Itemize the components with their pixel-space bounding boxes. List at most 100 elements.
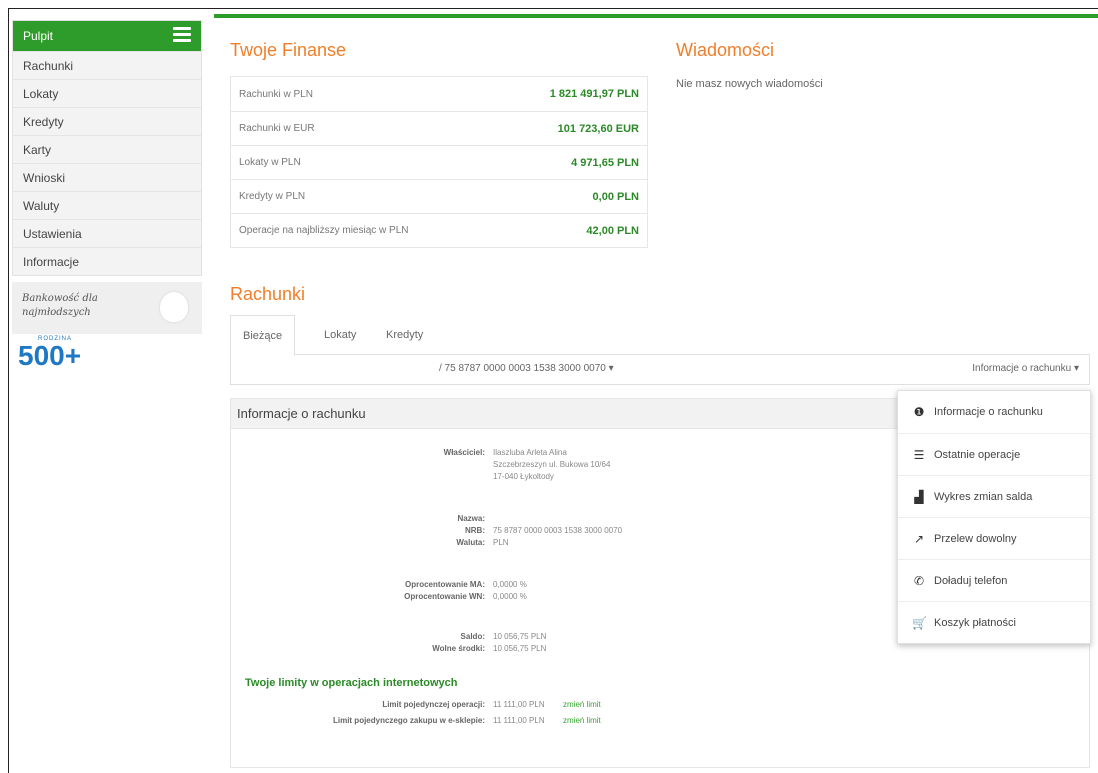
table-row[interactable]: Kredyty w PLN 0,00 PLN xyxy=(231,179,647,213)
limit-shop-value: 11 111,00 PLN xyxy=(493,716,545,725)
account-number: / 75 8787 0000 0003 1538 3000 0070 xyxy=(439,363,606,374)
sidebar-item-rachunki[interactable]: Rachunki xyxy=(13,51,201,79)
sidebar-item-label: Rachunki xyxy=(23,59,74,73)
table-row[interactable]: Operacje na najbliższy miesiąc w PLN 42,… xyxy=(231,213,647,247)
messages-empty-text: Nie masz nowych wiadomości xyxy=(676,78,823,90)
finance-value: 4 971,65 PLN xyxy=(571,156,639,169)
finance-value: 1 821 491,97 PLN xyxy=(549,88,639,100)
currency-label: Waluta: xyxy=(456,538,485,547)
table-row[interactable]: Rachunki w EUR 101 723,60 EUR xyxy=(231,111,647,145)
sidebar: Pulpit Rachunki Lokaty Kredyty Karty Wni… xyxy=(12,20,202,372)
menu-item-transfer[interactable]: ↗ Przelew dowolny xyxy=(898,517,1090,559)
finance-value: 0,00 PLN xyxy=(592,190,639,203)
hamburger-menu-icon[interactable] xyxy=(173,27,191,43)
finance-label: Lokaty w PLN xyxy=(239,157,301,168)
sidebar-item-label: Wnioski xyxy=(23,171,66,185)
change-limit-shop-link[interactable]: zmień limit xyxy=(563,715,601,726)
menu-item-label: Koszyk płatności xyxy=(934,616,1016,629)
nrb-label: NRB: xyxy=(465,526,485,535)
finance-label: Rachunki w EUR xyxy=(239,123,315,134)
sidebar-item-waluty[interactable]: Waluty xyxy=(13,191,201,219)
owner-line-3: 17-040 Łykoltody xyxy=(493,472,554,481)
dropdown-label: Informacje o rachunku xyxy=(972,363,1072,374)
tab-lokaty[interactable]: Lokaty xyxy=(312,315,368,355)
bar-chart-icon: ▟ xyxy=(914,489,924,504)
available-funds-label: Wolne środki: xyxy=(432,644,485,653)
limit-single-value: 11 111,00 PLN xyxy=(493,700,545,709)
caret-down-icon: ▾ xyxy=(1073,363,1079,374)
account-select[interactable]: / 75 8787 0000 0003 1538 3000 0070 ▾ xyxy=(439,363,614,374)
external-transfer-icon: ↗ xyxy=(913,531,925,546)
name-label: Nazwa: xyxy=(457,514,485,523)
sidebar-item-ustawienia[interactable]: Ustawienia xyxy=(13,219,201,247)
top-accent-bar xyxy=(214,14,1098,18)
menu-item-label: Informacje o rachunku xyxy=(934,406,1043,418)
menu-item-balance-chart[interactable]: ▟ Wykres zmian salda xyxy=(898,475,1090,517)
sidebar-item-karty[interactable]: Karty xyxy=(13,135,201,163)
messages-title: Wiadomości xyxy=(676,40,775,60)
finance-label: Operacje na najbliższy miesiąc w PLN xyxy=(239,225,409,236)
tab-kredyty[interactable]: Kredyty xyxy=(374,315,435,355)
limit-shop-label: Limit pojedynczego zakupu w e-sklepie: xyxy=(332,716,485,725)
finance-summary-table: Rachunki w PLN 1 821 491,97 PLN Rachunki… xyxy=(230,76,648,248)
menu-item-recent-operations[interactable]: ☰ Ostatnie operacje xyxy=(898,433,1090,475)
sidebar-item-label: Ustawienia xyxy=(23,227,82,241)
promo-text: Bankowość dla najmłodszych xyxy=(22,293,98,318)
limit-single-label: Limit pojedynczej operacji: xyxy=(382,700,485,709)
sidebar-item-lokaty[interactable]: Lokaty xyxy=(13,79,201,107)
nrb-value: 75 8787 0000 0003 1538 3000 0070 xyxy=(493,526,623,535)
finance-label: Rachunki w PLN xyxy=(239,88,313,100)
finance-label: Kredyty w PLN xyxy=(239,191,306,202)
sidebar-item-kredyty[interactable]: Kredyty xyxy=(13,107,201,135)
app-frame: Pulpit Rachunki Lokaty Kredyty Karty Wni… xyxy=(0,0,1098,773)
owner-line-1: Ilaszluba Arleta Alina xyxy=(493,448,567,457)
account-selector-bar: / 75 8787 0000 0003 1538 3000 0070 ▾ Inf… xyxy=(230,355,1090,385)
menu-item-label: Doładuj telefon xyxy=(934,574,1008,587)
sidebar-item-label: Karty xyxy=(23,143,52,157)
list-icon: ☰ xyxy=(913,447,925,462)
sidebar-item-wnioski[interactable]: Wnioski xyxy=(13,163,201,191)
finance-value: 42,00 PLN xyxy=(586,224,639,237)
table-row[interactable]: Lokaty w PLN 4 971,65 PLN xyxy=(231,145,647,179)
menu-item-top-up-phone[interactable]: ✆ Doładuj telefon xyxy=(898,559,1090,601)
account-info-dropdown[interactable]: Informacje o rachunku ▾ xyxy=(972,363,1079,374)
caret-down-icon: ▾ xyxy=(608,363,614,374)
rate-ma-value: 0,0000 % xyxy=(493,580,527,589)
balance-label: Saldo: xyxy=(460,632,485,641)
phone-icon: ✆ xyxy=(913,573,925,588)
rate-ma-label: Oprocentowanie MA: xyxy=(404,580,485,589)
menu-item-label: Przelew dowolny xyxy=(934,532,1017,545)
sidebar-item-label: Kredyty xyxy=(23,115,64,129)
apple-icon xyxy=(160,292,188,322)
menu-item-account-info[interactable]: ❶ Informacje o rachunku xyxy=(898,391,1090,433)
rate-wn-label: Oprocentowanie WN: xyxy=(404,592,485,601)
frame-border-left xyxy=(8,8,9,773)
logo-text: 500+ xyxy=(18,340,82,371)
accounts-tabs: Bieżące Lokaty Kredyty xyxy=(230,315,1090,356)
kids-banking-banner[interactable]: Bankowość dla najmłodszych xyxy=(12,282,202,334)
info-icon: ❶ xyxy=(913,405,925,419)
accounts-title: Rachunki xyxy=(230,284,306,304)
menu-item-payment-cart[interactable]: 🛒 Koszyk płatności xyxy=(898,601,1090,643)
tab-biezace[interactable]: Bieżące xyxy=(230,315,296,356)
sidebar-item-informacje[interactable]: Informacje xyxy=(13,247,201,275)
sidebar-item-label: Pulpit xyxy=(23,29,54,43)
rodzina-500-logo[interactable]: RODZINA 500+ xyxy=(18,336,98,372)
menu-item-label: Ostatnie operacje xyxy=(934,448,1021,461)
cart-icon: 🛒 xyxy=(912,615,927,630)
frame-border-top xyxy=(8,8,1098,9)
finance-value: 101 723,60 EUR xyxy=(557,122,639,135)
sidebar-item-label: Lokaty xyxy=(23,87,59,101)
menu-item-label: Wykres zmian salda xyxy=(934,490,1033,503)
change-limit-single-link[interactable]: zmień limit xyxy=(563,699,601,710)
sidebar-item-pulpit[interactable]: Pulpit xyxy=(13,21,201,51)
logo-small-text: RODZINA xyxy=(38,336,72,342)
limits-title: Twoje limity w operacjach internetowych xyxy=(245,677,458,689)
table-row[interactable]: Rachunki w PLN 1 821 491,97 PLN xyxy=(231,77,647,111)
account-actions-dropdown: ❶ Informacje o rachunku ☰ Ostatnie opera… xyxy=(897,390,1091,644)
owner-line-2: Szczebrzeszyn ul. Bukowa 10/64 xyxy=(493,460,611,469)
rate-wn-value: 0,0000 % xyxy=(493,592,527,601)
sidebar-item-label: Informacje xyxy=(23,255,80,269)
sidebar-menu: Pulpit Rachunki Lokaty Kredyty Karty Wni… xyxy=(12,20,202,276)
finance-title: Twoje Finanse xyxy=(230,40,347,60)
